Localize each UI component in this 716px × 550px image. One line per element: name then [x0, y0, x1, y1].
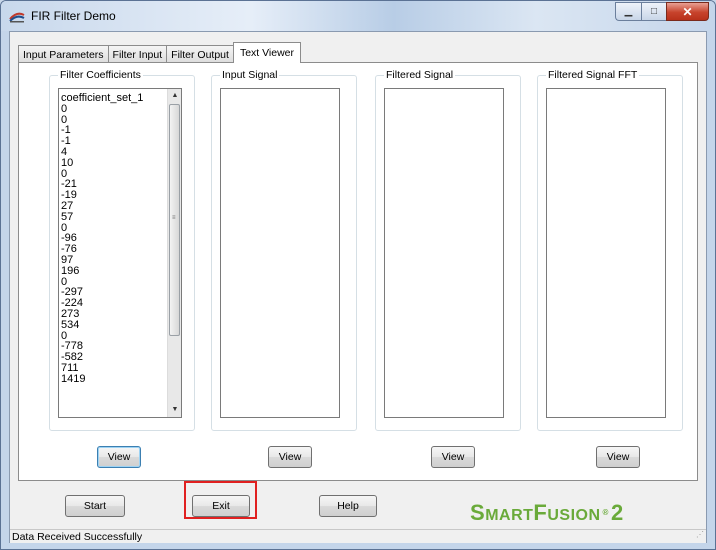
help-button[interactable]: Help — [319, 495, 377, 517]
list-item[interactable]: 534 — [61, 319, 161, 331]
list-item[interactable]: -1 — [61, 136, 161, 147]
list-item[interactable]: 4 — [61, 147, 161, 158]
logo-letters-m: M — [485, 507, 500, 524]
list-item[interactable]: 196 — [61, 265, 161, 277]
view-filtered-fft-button[interactable]: View — [596, 446, 640, 468]
vertical-scrollbar[interactable]: ▲ ≡ ▼ — [167, 89, 181, 417]
input-signal-label: Input Signal — [220, 69, 280, 81]
filtered-signal-group: Filtered Signal — [375, 69, 521, 431]
tab-text-viewer[interactable]: Text Viewer — [232, 42, 302, 63]
close-icon: ✕ — [682, 4, 693, 19]
list-item[interactable]: -76 — [61, 244, 161, 255]
maximize-button[interactable]: □ — [641, 2, 666, 21]
tab-input-parameters[interactable]: Input Parameters — [18, 45, 109, 63]
smartfusion-logo: SMARTFUSION ®2 — [470, 500, 624, 526]
list-item[interactable]: 1419 — [61, 373, 161, 385]
title-bar[interactable]: FIR Filter Demo ▁ □ ✕ — [1, 1, 715, 31]
filter-coefficients-label: Filter Coefficients — [58, 69, 143, 81]
tab-filter-output[interactable]: Filter Output — [166, 45, 234, 63]
status-text: Data Received Successfully — [12, 531, 143, 543]
filter-coefficients-group: Filter Coefficients coefficient_set_1 0 0-… — [49, 69, 195, 431]
close-button[interactable]: ✕ — [666, 2, 709, 21]
input-signal-group: Input Signal — [211, 69, 357, 431]
logo-letters-rt: RT — [511, 507, 534, 524]
view-input-signal-button[interactable]: View — [268, 446, 312, 468]
start-button[interactable]: Start — [65, 495, 125, 517]
minimize-icon: ▁ — [624, 6, 633, 17]
input-signal-textbox[interactable] — [220, 88, 340, 418]
list-item[interactable]: -1 — [61, 125, 161, 136]
logo-triangle-a-icon: A — [499, 507, 512, 524]
logo-number: 2 — [610, 500, 624, 525]
logo-letter-s: S — [470, 500, 486, 525]
list-item[interactable]: 10 — [61, 157, 161, 169]
logo-registered: ® — [602, 508, 609, 518]
text-viewer-panel: Filter Coefficients coefficient_set_1 0 0-… — [18, 62, 698, 481]
window-title: FIR Filter Demo — [31, 9, 116, 23]
filtered-fft-group: Filtered Signal FFT — [537, 69, 683, 431]
filter-coefficients-list[interactable]: coefficient_set_1 0 0 -1 -1 4 10 0 -21 -19 27 57 0 -9… — [58, 88, 182, 418]
list-item[interactable]: 57 — [61, 211, 161, 223]
list-item[interactable]: 27 — [61, 201, 161, 212]
window-controls: ▁ □ ✕ — [615, 2, 709, 21]
maximize-icon: □ — [650, 6, 658, 17]
filtered-fft-textbox[interactable] — [546, 88, 666, 418]
minimize-button[interactable]: ▁ — [615, 2, 641, 21]
exit-highlight-box — [184, 481, 257, 519]
tab-filter-input[interactable]: Filter Input — [107, 45, 168, 63]
app-window: FIR Filter Demo ▁ □ ✕ Input Parameters F… — [0, 0, 716, 550]
logo-letters-usion: USION — [547, 507, 601, 524]
scroll-thumb[interactable]: ≡ — [169, 104, 180, 336]
scroll-down-icon[interactable]: ▼ — [168, 403, 181, 417]
size-grip-icon[interactable]: ⋰ — [696, 528, 704, 542]
view-coefficients-button[interactable]: View — [97, 446, 141, 468]
list-item[interactable]: coefficient_set_1 — [61, 93, 161, 104]
filtered-fft-label: Filtered Signal FFT — [546, 69, 640, 81]
logo-letter-f: F — [533, 500, 548, 525]
coefficient-items: coefficient_set_1 0 0 -1 -1 4 10 0 -21 -19 27 57 0 -9… — [61, 93, 161, 385]
view-filtered-signal-button[interactable]: View — [431, 446, 475, 468]
grip-icon: ≡ — [172, 215, 176, 221]
filtered-signal-label: Filtered Signal — [384, 69, 456, 81]
tab-strip: Input Parameters Filter Input Filter Out… — [18, 41, 302, 63]
filtered-signal-textbox[interactable] — [384, 88, 504, 418]
status-bar: Data Received Successfully ⋰ — [10, 529, 706, 543]
scroll-up-icon[interactable]: ▲ — [168, 89, 181, 103]
client-area: Input Parameters Filter Input Filter Out… — [9, 31, 707, 543]
app-logo-icon — [9, 12, 25, 23]
list-item[interactable]: 0 — [61, 114, 161, 126]
list-item[interactable]: -19 — [61, 190, 161, 201]
list-item[interactable]: 0 — [61, 103, 161, 115]
